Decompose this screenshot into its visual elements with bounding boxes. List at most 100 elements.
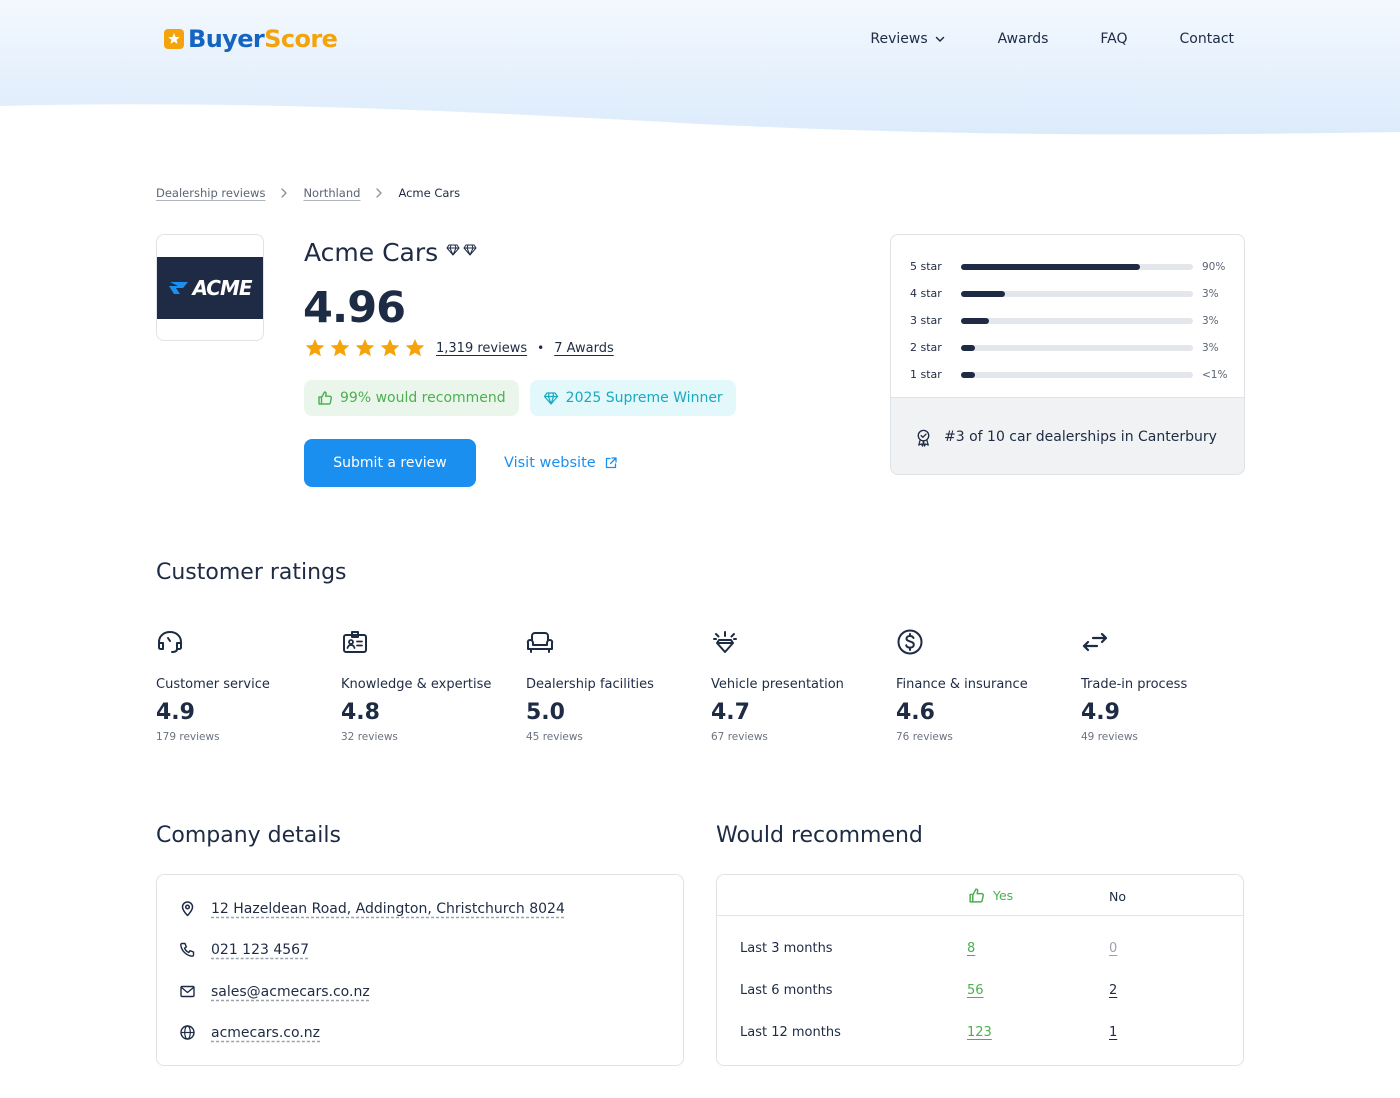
table-row: Last 6 months 56 2 — [717, 983, 1243, 1003]
period-label: Last 12 months — [740, 1025, 841, 1040]
award-badge: 2025 Supreme Winner — [529, 380, 736, 416]
would-recommend-title: Would recommend — [716, 823, 923, 848]
recommend-badge: 99% would recommend — [304, 380, 519, 416]
visit-website-link[interactable]: Visit website — [504, 455, 618, 471]
logo-text-score: Score — [264, 25, 338, 53]
would-recommend-table: Yes No Last 3 months 8 0 Last 6 months 5… — [716, 874, 1244, 1066]
distribution-bar-fill — [961, 371, 975, 378]
breadcrumb: Dealership reviews Northland Acme Cars — [156, 186, 460, 200]
breadcrumb-current: Acme Cars — [398, 186, 461, 200]
company-details-card: 12 Hazeldean Road, Addington, Christchur… — [156, 874, 684, 1066]
distribution-bar-track — [961, 344, 1193, 351]
star-icon — [380, 339, 400, 357]
submit-review-button[interactable]: Submit a review — [304, 439, 476, 487]
rating-score: 4.6 — [896, 700, 935, 725]
recommend-badge-text: 99% would recommend — [340, 390, 506, 406]
distribution-percent: 90% — [1202, 260, 1226, 273]
rating-knowledge-expertise: Knowledge & expertise 4.8 32 reviews — [341, 628, 526, 743]
logo-text-buyer: Buyer — [188, 25, 265, 53]
yes-count-link[interactable]: 8 — [967, 941, 975, 956]
nav-contact[interactable]: Contact — [1180, 31, 1234, 47]
distribution-bar-track — [961, 263, 1193, 270]
ranking-footer: #3 of 10 car dealerships in Canterbury — [891, 397, 1244, 474]
diamond-icon — [463, 244, 477, 256]
rating-count: 45 reviews — [526, 731, 583, 743]
distribution-label: 5 star — [910, 260, 942, 273]
rating-name: Dealership facilities — [526, 677, 654, 692]
yes-count-link[interactable]: 123 — [967, 1025, 992, 1040]
customer-ratings-title: Customer ratings — [156, 560, 347, 585]
external-link-icon — [605, 457, 617, 469]
star-rating — [304, 338, 426, 358]
rating-score: 4.9 — [156, 700, 195, 725]
award-diamonds — [446, 243, 477, 257]
rating-dealership-facilities: Dealership facilities 5.0 45 reviews — [526, 628, 711, 743]
rating-finance-insurance: Finance & insurance 4.6 76 reviews — [896, 628, 1081, 743]
nav-awards[interactable]: Awards — [998, 31, 1049, 47]
rating-count: 76 reviews — [896, 731, 953, 743]
reviews-count-link[interactable]: 1,319 reviews — [436, 341, 527, 356]
chevron-down-icon — [935, 36, 944, 42]
distribution-row-3: 3 star 3% — [910, 307, 1228, 334]
yes-label: Yes — [993, 888, 1014, 903]
nav-reviews[interactable]: Reviews — [870, 31, 945, 47]
period-label: Last 6 months — [740, 983, 833, 998]
thumbs-up-icon — [318, 391, 333, 405]
separator-dot: • — [537, 341, 545, 355]
distribution-row-2: 2 star 3% — [910, 334, 1228, 361]
mail-icon — [180, 985, 195, 998]
acme-logo: ACME — [157, 256, 263, 319]
distribution-row-1: 1 star <1% — [910, 361, 1228, 388]
star-icon — [355, 339, 375, 357]
no-count-link[interactable]: 0 — [1109, 941, 1117, 956]
buyerscore-logo[interactable]: BuyerScore — [164, 25, 338, 53]
star-icon — [330, 339, 350, 357]
customer-ratings-grid: Customer service 4.9 179 reviews Knowled… — [156, 628, 1266, 743]
company-details-title: Company details — [156, 823, 341, 848]
address-link[interactable]: 12 Hazeldean Road, Addington, Christchur… — [211, 901, 565, 917]
breadcrumb-dealership-reviews[interactable]: Dealership reviews — [156, 186, 265, 200]
no-count-link[interactable]: 1 — [1109, 1025, 1117, 1040]
breadcrumb-northland[interactable]: Northland — [303, 186, 360, 200]
swap-arrows-icon — [1082, 632, 1108, 652]
rating-count: 49 reviews — [1081, 731, 1138, 743]
distribution-percent: <1% — [1202, 368, 1228, 381]
phone-link[interactable]: 021 123 4567 — [211, 942, 309, 958]
table-row: Last 12 months 123 1 — [717, 1025, 1243, 1045]
rating-score: 4.7 — [711, 700, 750, 725]
map-pin-icon — [181, 901, 194, 917]
period-label: Last 3 months — [740, 941, 833, 956]
chevron-right-icon — [376, 188, 383, 198]
yes-count-link[interactable]: 56 — [967, 983, 984, 998]
id-badge-icon — [343, 631, 367, 653]
rating-name: Customer service — [156, 677, 270, 692]
globe-icon — [180, 1025, 195, 1040]
nav-faq-label: FAQ — [1100, 31, 1128, 47]
website-link[interactable]: acmecars.co.nz — [211, 1025, 320, 1041]
distribution-bar-fill — [961, 290, 1006, 297]
rating-score: 4.9 — [1081, 700, 1120, 725]
acme-swoosh-icon — [169, 281, 189, 294]
distribution-percent: 3% — [1202, 341, 1219, 354]
company-name: Acme Cars — [304, 238, 439, 267]
distribution-bar-track — [961, 371, 1193, 378]
distribution-label: 3 star — [910, 314, 942, 327]
distribution-percent: 3% — [1202, 314, 1219, 327]
distribution-label: 2 star — [910, 341, 942, 354]
nav-faq[interactable]: FAQ — [1100, 31, 1127, 47]
no-count-link[interactable]: 2 — [1109, 983, 1117, 998]
distribution-row-4: 4 star 3% — [910, 280, 1228, 307]
star-icon — [405, 339, 425, 357]
rating-count: 179 reviews — [156, 731, 220, 743]
logo-star-icon — [164, 29, 184, 49]
email-link[interactable]: sales@acmecars.co.nz — [211, 984, 370, 1000]
diamond-icon — [446, 244, 460, 256]
star-icon — [305, 339, 325, 357]
rating-name: Trade-in process — [1081, 677, 1188, 692]
rating-summary: 1,319 reviews • 7 Awards — [304, 338, 614, 358]
acme-logo-text: ACME — [192, 275, 252, 300]
ranking-text: #3 of 10 car dealerships in Canterbury — [944, 429, 1217, 445]
rating-trade-in-process: Trade-in process 4.9 49 reviews — [1081, 628, 1266, 743]
awards-link[interactable]: 7 Awards — [554, 341, 614, 356]
diamond-icon — [543, 392, 558, 405]
